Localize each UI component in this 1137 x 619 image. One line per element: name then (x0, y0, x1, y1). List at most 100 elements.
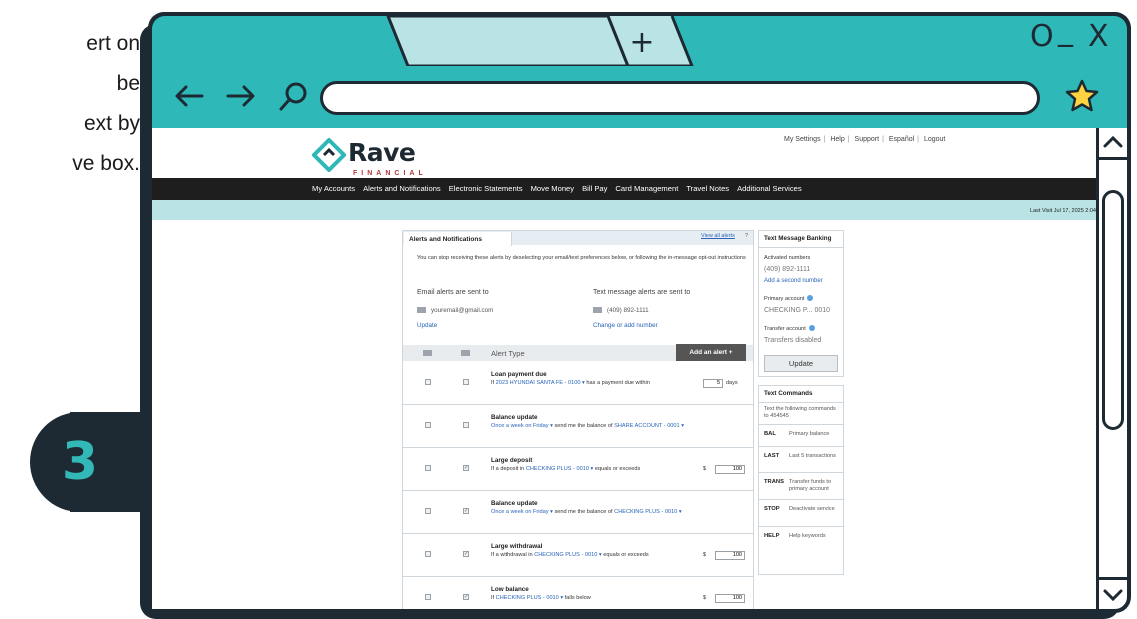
tab-alerts[interactable]: Alerts and Notifications (404, 232, 512, 246)
text-checkbox[interactable]: ✓ (463, 465, 469, 471)
command-row: LAST Last 5 transactions (759, 446, 843, 472)
nav-card-management[interactable]: Card Management (611, 178, 682, 200)
tutorial-line: be (116, 72, 140, 95)
account-dropdown[interactable]: CHECKING PLUS - 0010 ▾ (614, 509, 681, 515)
text-checkbox[interactable] (463, 379, 469, 385)
threshold-input[interactable]: 100 (715, 465, 745, 474)
link-espanol[interactable]: Español (889, 136, 914, 143)
alert-dropdown[interactable]: CHECKING PLUS - 0010 ▾ (496, 595, 563, 601)
address-bar[interactable] (320, 81, 1040, 115)
back-arrow-icon[interactable] (172, 78, 208, 114)
email-checkbox[interactable] (425, 508, 431, 514)
command-row: STOP Deactivate service (759, 499, 843, 525)
info-icon[interactable] (807, 295, 814, 301)
nav-estatements[interactable]: Electronic Statements (445, 178, 527, 200)
divider (759, 402, 843, 403)
currency-symbol: $ (703, 552, 707, 558)
help-icon[interactable]: ? (745, 233, 748, 239)
minimize-icon[interactable]: _ (1058, 16, 1073, 46)
threshold-input[interactable]: 100 (715, 551, 745, 560)
info-bar: Last Visit Jul 17, 2025 2:04 (152, 200, 1096, 220)
alert-row: ✓ Large withdrawal If a withdrawal in CHEC… (403, 534, 753, 577)
scroll-thumb[interactable] (1102, 190, 1124, 430)
nav-travel-notes[interactable]: Travel Notes (682, 178, 733, 200)
text-commands-intro: Text the following commands to 454545 (764, 406, 836, 419)
text-commands-title: Text Commands (764, 390, 813, 397)
command-row: HELP Help keywords (759, 526, 843, 552)
account-dropdown[interactable]: SHARE ACCOUNT - 0001 ▾ (614, 423, 684, 429)
alert-row: Loan payment due If 2023 HYUNDAI SANTA FE… (403, 362, 753, 405)
chevron-up-icon (1103, 135, 1123, 148)
scroll-up-button[interactable] (1099, 128, 1127, 160)
nav-my-accounts[interactable]: My Accounts (308, 178, 359, 200)
threshold-input[interactable]: 5 (703, 379, 723, 388)
star-icon[interactable] (1064, 78, 1100, 114)
link-my-settings[interactable]: My Settings (784, 136, 821, 143)
info-icon[interactable] (808, 325, 815, 331)
restore-icon[interactable]: O (1030, 22, 1054, 52)
email-checkbox[interactable] (425, 422, 431, 428)
email-checkbox[interactable] (425, 551, 431, 557)
email-checkbox[interactable] (425, 594, 431, 600)
last-visit: Last Visit Jul 17, 2025 2:04 (1030, 208, 1096, 214)
change-number-link[interactable]: Change or add number (593, 322, 658, 329)
tutorial-line: ext by (83, 112, 140, 135)
link-logout[interactable]: Logout (924, 136, 945, 143)
command-keyword: STOP (764, 506, 780, 512)
text-checkbox[interactable] (463, 422, 469, 428)
active-tab[interactable] (385, 14, 631, 68)
command-description: Help keywords (789, 533, 826, 539)
link-support[interactable]: Support (855, 136, 880, 143)
step-number: 3 (30, 412, 130, 512)
alert-row: ✓ Large deposit If a deposit in CHECKING P… (403, 448, 753, 491)
alert-dropdown[interactable]: CHECKING PLUS - 0010 ▾ (526, 466, 593, 472)
command-description: Transfer funds to primary account (789, 479, 832, 492)
alert-title: Large withdrawal (491, 543, 543, 550)
threshold-input[interactable]: 100 (715, 594, 745, 603)
alert-dropdown[interactable]: CHECKING PLUS - 0010 ▾ (534, 552, 601, 558)
alert-row: ✓ Low balance If CHECKING PLUS - 0010 ▾ fa… (403, 577, 753, 609)
forward-arrow-icon[interactable] (222, 78, 258, 114)
primary-label: Primary account (764, 295, 814, 302)
alerts-intro: You can stop receiving these alerts by d… (417, 255, 746, 261)
text-commands-panel: Text Commands Text the following command… (758, 385, 844, 575)
scrollbar[interactable] (1096, 128, 1127, 609)
rave-diamond-icon (312, 138, 346, 172)
chevron-down-icon (1103, 589, 1123, 602)
alert-dropdown[interactable]: 2023 HYUNDAI SANTA FE - 0100 ▾ (496, 380, 585, 386)
nav-bill-pay[interactable]: Bill Pay (578, 178, 611, 200)
alerts-table-header: Alert Type Add an alert + (403, 344, 753, 361)
primary-value: CHECKING P... 0010 (764, 307, 831, 314)
alert-condition: If a withdrawal in CHECKING PLUS - 0010 … (491, 552, 649, 558)
email-checkbox[interactable] (425, 379, 431, 385)
add-number-link[interactable]: Add a second number (764, 278, 823, 284)
utility-links: My Settings | Help | Support | Español | Log… (784, 136, 946, 143)
alert-title: Large deposit (491, 457, 533, 464)
command-description: Last 5 transactions (789, 453, 836, 459)
text-checkbox[interactable]: ✓ (463, 508, 469, 514)
search-icon[interactable] (276, 78, 312, 114)
email-column-icon (423, 350, 432, 356)
text-checkbox[interactable]: ✓ (463, 594, 469, 600)
add-alert-button[interactable]: Add an alert + (676, 344, 746, 361)
nav-alerts[interactable]: Alerts and Notifications (359, 178, 445, 200)
link-help[interactable]: Help (830, 136, 844, 143)
browser-tabs: + (385, 14, 695, 68)
view-all-alerts-link[interactable]: View all alerts (701, 233, 735, 239)
alert-condition: Once a week on Friday ▾ send me the bala… (491, 423, 685, 429)
email-checkbox[interactable] (425, 465, 431, 471)
nav-move-money[interactable]: Move Money (527, 178, 578, 200)
email-update-link[interactable]: Update (417, 322, 437, 329)
alert-dropdown[interactable]: Once a week on Friday ▾ (491, 423, 553, 429)
nav-additional-services[interactable]: Additional Services (733, 178, 806, 200)
currency-symbol: $ (703, 466, 707, 472)
scroll-down-button[interactable] (1099, 577, 1127, 609)
text-checkbox[interactable]: ✓ (463, 551, 469, 557)
unit-label: days (726, 380, 738, 386)
update-button[interactable]: Update (764, 355, 838, 372)
close-icon[interactable]: X (1088, 22, 1109, 52)
alert-dropdown[interactable]: Once a week on Friday ▾ (491, 509, 553, 515)
email-label: Email alerts are sent to (417, 289, 489, 296)
bank-logo[interactable]: Rave FINANCIAL (312, 136, 442, 178)
transfer-value: Transfers disabled (764, 337, 822, 344)
